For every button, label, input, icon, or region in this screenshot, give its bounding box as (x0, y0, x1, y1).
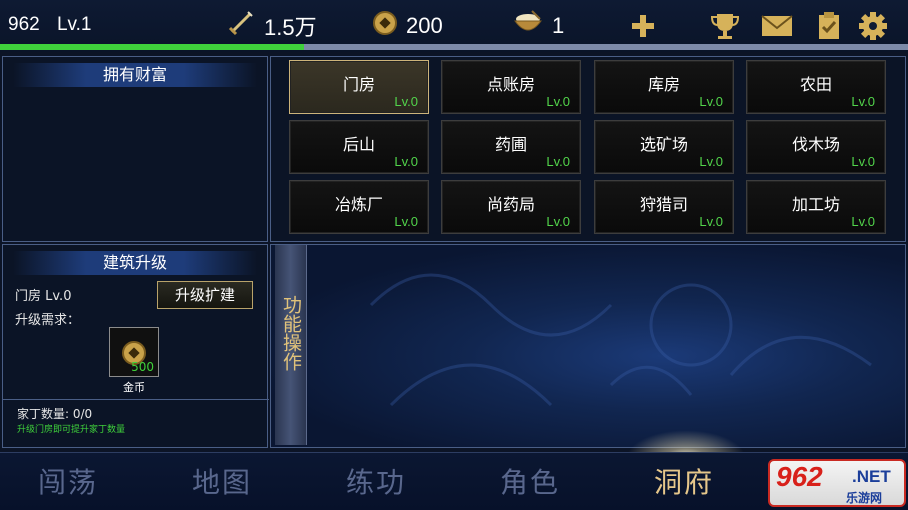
nav-tab[interactable]: 地图 (162, 461, 282, 501)
building-name: 冶炼厂 (334, 195, 383, 214)
building-card[interactable]: 冶炼厂 Lv.0 (289, 180, 429, 234)
building-name: 狩猎司 (639, 195, 688, 214)
building-level: Lv.0 (851, 94, 875, 109)
upgrade-panel: 建筑升级 门房 Lv.0 升级扩建 升级需求： 500 金币 家丁数量: 0/0… (2, 244, 269, 448)
coin-resource: 200 (372, 10, 443, 42)
exp-bar-fill (0, 44, 305, 50)
sword-icon (226, 8, 256, 44)
building-name: 农田 (799, 75, 832, 94)
building-level: Lv.0 (546, 214, 570, 229)
building-card[interactable]: 库房 Lv.0 (594, 60, 734, 114)
exp-bar (0, 44, 908, 50)
building-card[interactable]: 农田 Lv.0 (746, 60, 886, 114)
building-name: 选矿场 (639, 135, 688, 154)
top-bar: 962 Lv.1 1.5万 200 1 (0, 0, 908, 52)
building-level: Lv.0 (699, 154, 723, 169)
watermark-brand: 962 (776, 461, 823, 492)
mail-icon[interactable] (760, 10, 794, 42)
building-level: Lv.0 (394, 94, 418, 109)
building-card[interactable]: 门房 Lv.0 (289, 60, 429, 114)
player-level: Lv.1 (56, 14, 92, 35)
requirement-label: 升级需求： (15, 313, 81, 328)
building-card[interactable]: 点账房 Lv.0 (441, 60, 581, 114)
plus-icon[interactable] (626, 10, 660, 42)
family-count: 家丁数量: 0/0 (17, 407, 93, 421)
building-card[interactable]: 加工坊 Lv.0 (746, 180, 886, 234)
power-resource: 1.5万 (226, 10, 317, 42)
current-building-level: 门房 Lv.0 (15, 289, 72, 304)
building-card[interactable]: 药圃 Lv.0 (441, 120, 581, 174)
building-name: 加工坊 (791, 195, 840, 214)
building-name: 药圃 (494, 135, 527, 154)
function-tab[interactable]: 功能操作 (275, 245, 307, 445)
building-grid: 门房 Lv.0 点账房 Lv.0 库房 Lv.0 农田 Lv.0 后山 Lv.0 药圃 Lv.0 选矿场… (270, 56, 906, 242)
watermark-suffix: .NET (852, 467, 891, 486)
building-level: Lv.0 (394, 154, 418, 169)
nav-tab[interactable]: 练功 (316, 461, 436, 501)
building-level: Lv.0 (546, 94, 570, 109)
building-level: Lv.0 (546, 154, 570, 169)
nav-tab[interactable]: 洞府 (624, 461, 744, 501)
building-card[interactable]: 伐木场 Lv.0 (746, 120, 886, 174)
requirement-item-name: 金币 (123, 381, 145, 394)
building-level: Lv.0 (699, 94, 723, 109)
trophy-icon[interactable] (708, 10, 742, 42)
building-level: Lv.0 (394, 214, 418, 229)
building-card[interactable]: 尚药局 Lv.0 (441, 180, 581, 234)
coin-icon (372, 10, 398, 42)
building-card[interactable]: 选矿场 Lv.0 (594, 120, 734, 174)
wealth-panel-title: 拥有财富 (13, 63, 257, 87)
building-name: 门房 (342, 75, 375, 94)
function-tab-label: 功能操作 (280, 295, 302, 371)
background-pattern (369, 273, 872, 407)
food-resource: 1 (512, 10, 564, 42)
clipboard-icon[interactable] (812, 10, 846, 42)
upgrade-button[interactable]: 升级扩建 (157, 281, 253, 309)
building-name: 库房 (647, 75, 680, 94)
watermark-site: 乐游网 (846, 491, 883, 505)
gear-icon[interactable] (856, 10, 890, 42)
upgrade-panel-title: 建筑升级 (13, 251, 257, 275)
player-id: 962 (8, 14, 40, 35)
building-name: 点账房 (486, 75, 535, 94)
building-card[interactable]: 后山 Lv.0 (289, 120, 429, 174)
requirement-item-slot[interactable]: 500 (109, 327, 159, 377)
player-info: 962 Lv.1 (8, 14, 104, 36)
coin-value: 200 (406, 13, 443, 38)
building-name: 后山 (342, 135, 375, 154)
nav-tab[interactable]: 闯荡 (8, 461, 128, 501)
power-value: 1.5万 (264, 15, 317, 40)
food-value: 1 (552, 13, 565, 38)
building-card[interactable]: 狩猎司 Lv.0 (594, 180, 734, 234)
building-level: Lv.0 (699, 214, 723, 229)
building-name: 尚药局 (486, 195, 535, 214)
building-level: Lv.0 (851, 214, 875, 229)
family-hint: 升级门房即可提升家丁数量 (17, 425, 126, 435)
nav-tab[interactable]: 角色 (470, 461, 590, 501)
building-level: Lv.0 (851, 154, 875, 169)
divider (3, 399, 269, 400)
function-panel: 功能操作 (270, 244, 906, 448)
building-name: 伐木场 (791, 135, 840, 154)
watermark-logo: 962 .NET 乐游网 (768, 459, 906, 507)
wealth-panel: 拥有财富 (2, 56, 268, 242)
rice-bowl-icon (512, 9, 544, 43)
requirement-quantity: 500 (131, 360, 154, 374)
